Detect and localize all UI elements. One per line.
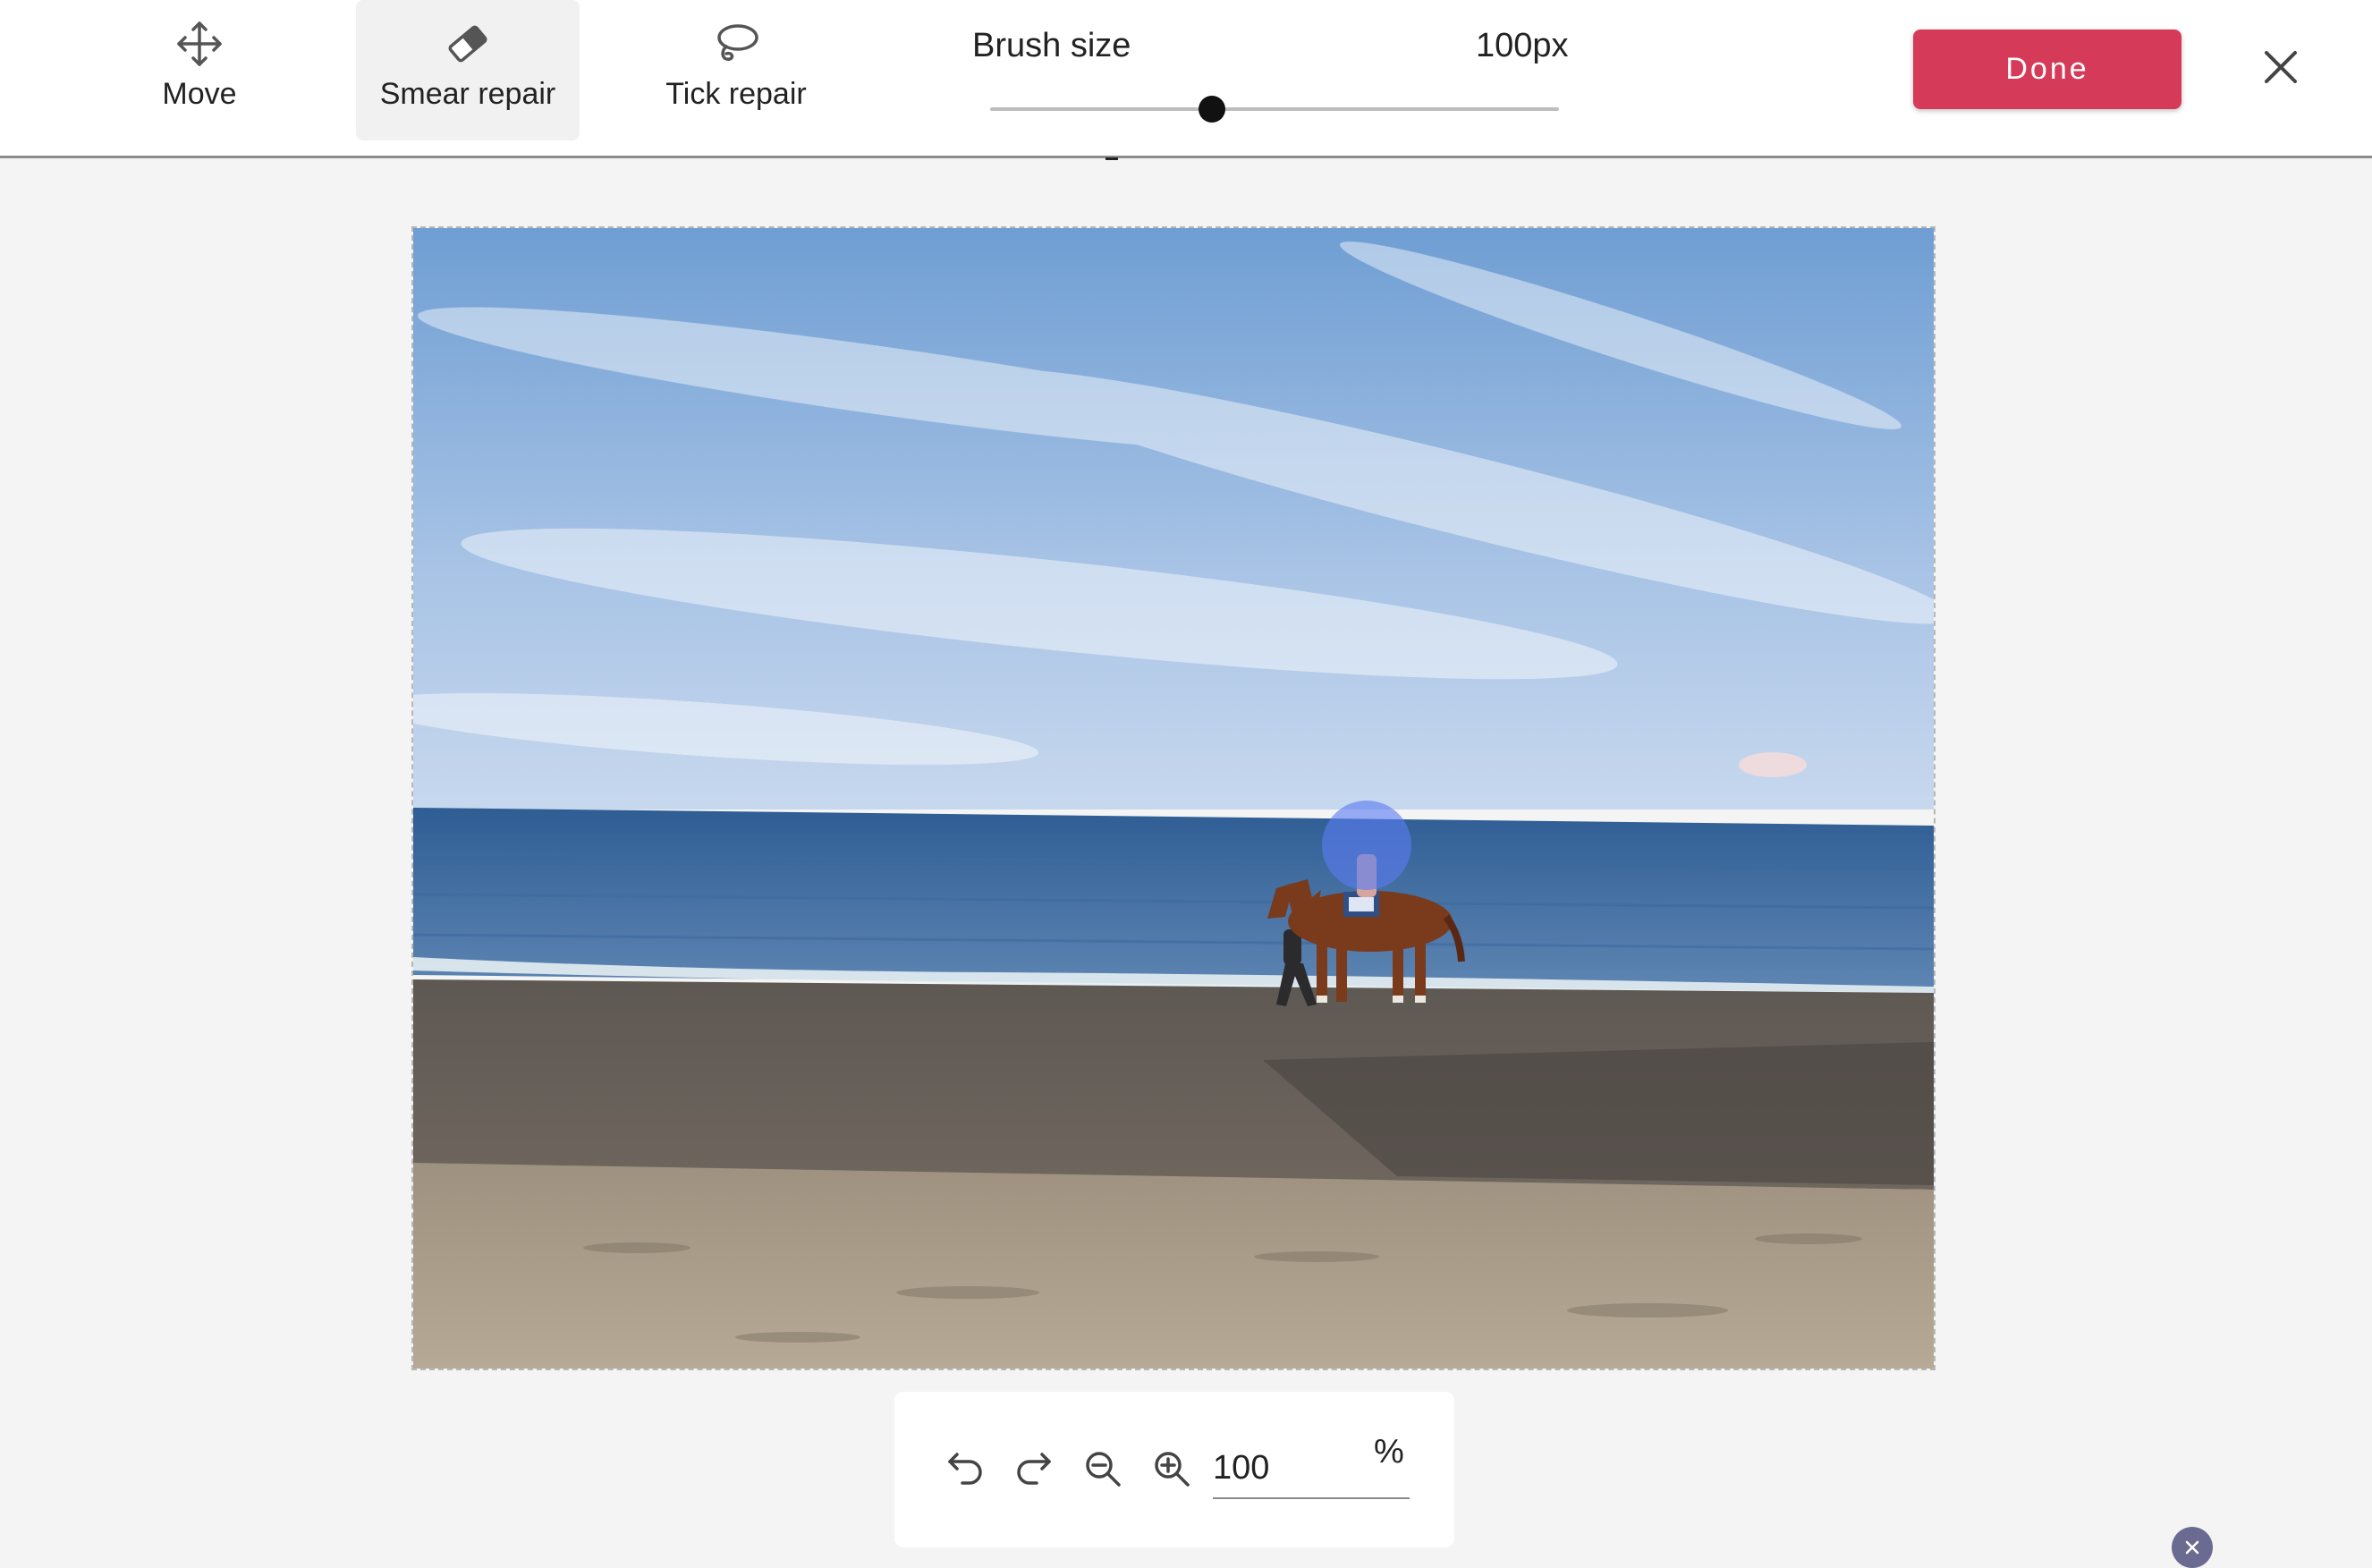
tool-move-label: Move bbox=[162, 77, 237, 111]
tool-smear-repair-label: Smear repair bbox=[379, 77, 556, 111]
tool-tick-repair-label: Tick repair bbox=[665, 77, 807, 111]
image-canvas[interactable] bbox=[411, 226, 1936, 1370]
beach-photo bbox=[413, 228, 1934, 1369]
move-icon bbox=[177, 21, 222, 66]
close-icon bbox=[2265, 51, 2297, 83]
brush-cursor bbox=[1322, 801, 1411, 890]
zoom-in-button[interactable] bbox=[1145, 1442, 1199, 1496]
zoom-in-icon bbox=[1155, 1452, 1190, 1487]
slider-track bbox=[990, 107, 1559, 111]
done-button[interactable]: Done bbox=[1913, 30, 2181, 109]
undo-button[interactable] bbox=[939, 1442, 993, 1496]
redo-button[interactable] bbox=[1006, 1442, 1060, 1496]
toolbar-indicator bbox=[1106, 157, 1118, 160]
zoom-unit-label: % bbox=[1374, 1433, 1404, 1471]
brush-size-value: 100px bbox=[1476, 27, 1569, 64]
corner-close-button[interactable] bbox=[2172, 1527, 2213, 1568]
redo-icon bbox=[1017, 1453, 1051, 1485]
brush-size-slider[interactable] bbox=[990, 93, 1559, 125]
tool-move[interactable]: Move bbox=[134, 0, 265, 140]
zoom-toolbar: % bbox=[894, 1392, 1454, 1547]
editor-toolbar: Move Smear repair Tick repair Brush size… bbox=[0, 0, 2372, 160]
undo-icon bbox=[948, 1453, 982, 1485]
lasso-icon bbox=[717, 24, 758, 61]
slider-thumb[interactable] bbox=[1199, 96, 1226, 123]
eraser-icon bbox=[448, 25, 487, 63]
zoom-out-button[interactable] bbox=[1076, 1442, 1130, 1496]
tool-smear-repair[interactable]: Smear repair bbox=[356, 0, 580, 140]
zoom-out-icon bbox=[1086, 1452, 1121, 1487]
tool-tick-repair[interactable]: Tick repair bbox=[640, 0, 833, 140]
close-button[interactable] bbox=[2258, 45, 2303, 89]
brush-size-label: Brush size bbox=[972, 27, 1131, 64]
close-icon bbox=[2185, 1540, 2199, 1555]
